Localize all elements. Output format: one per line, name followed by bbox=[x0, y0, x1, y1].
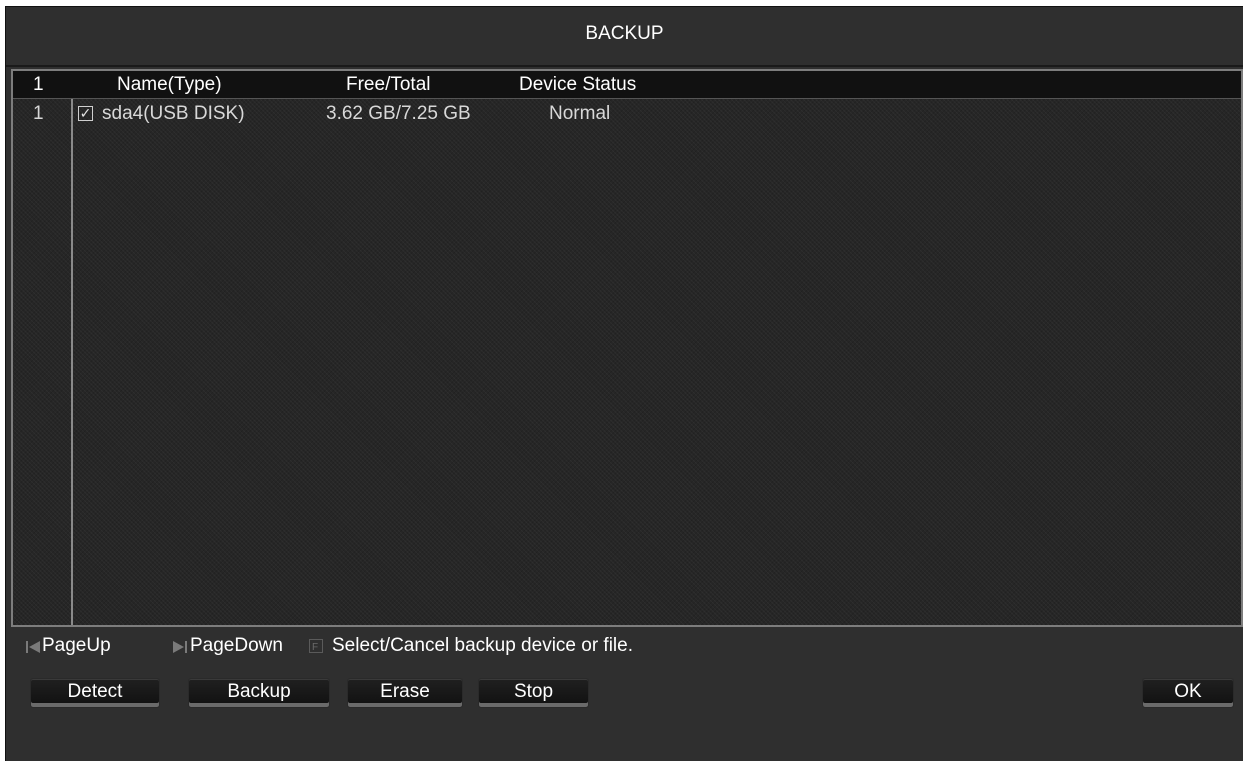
column-divider bbox=[71, 71, 73, 625]
page-up-label: PageUp bbox=[42, 635, 111, 656]
device-status: Normal bbox=[549, 103, 611, 124]
page-down-label: PageDown bbox=[190, 635, 283, 656]
detect-button[interactable]: Detect bbox=[30, 678, 160, 708]
function-key-icon: F bbox=[309, 639, 323, 653]
select-hint: Select/Cancel backup device or file. bbox=[332, 635, 633, 656]
table-row[interactable]: 1 ✓ sda4(USB DISK) 3.62 GB/7.25 GB Norma… bbox=[13, 100, 1241, 126]
window-title: BACKUP bbox=[6, 7, 1243, 67]
page-up-icon bbox=[26, 641, 40, 653]
page-number: 1 bbox=[33, 74, 44, 95]
page-down-icon bbox=[173, 641, 187, 653]
backup-button[interactable]: Backup bbox=[188, 678, 330, 708]
row-index: 1 bbox=[33, 103, 44, 124]
device-checkbox[interactable]: ✓ bbox=[78, 106, 93, 121]
svg-text:F: F bbox=[312, 642, 318, 653]
ok-button[interactable]: OK bbox=[1142, 678, 1234, 708]
table-header: 1 Name(Type) Free/Total Device Status bbox=[13, 71, 1241, 99]
erase-button[interactable]: Erase bbox=[347, 678, 463, 708]
device-list-panel[interactable]: 1 Name(Type) Free/Total Device Status 1 … bbox=[11, 69, 1243, 627]
column-header-name: Name(Type) bbox=[117, 74, 222, 95]
device-name: sda4(USB DISK) bbox=[102, 103, 245, 124]
column-header-device-status: Device Status bbox=[519, 74, 637, 95]
backup-window: BACKUP 1 Name(Type) Free/Total Device St… bbox=[5, 6, 1243, 761]
stop-button[interactable]: Stop bbox=[478, 678, 589, 708]
column-header-free-total: Free/Total bbox=[346, 74, 431, 95]
device-free-total: 3.62 GB/7.25 GB bbox=[326, 103, 471, 124]
